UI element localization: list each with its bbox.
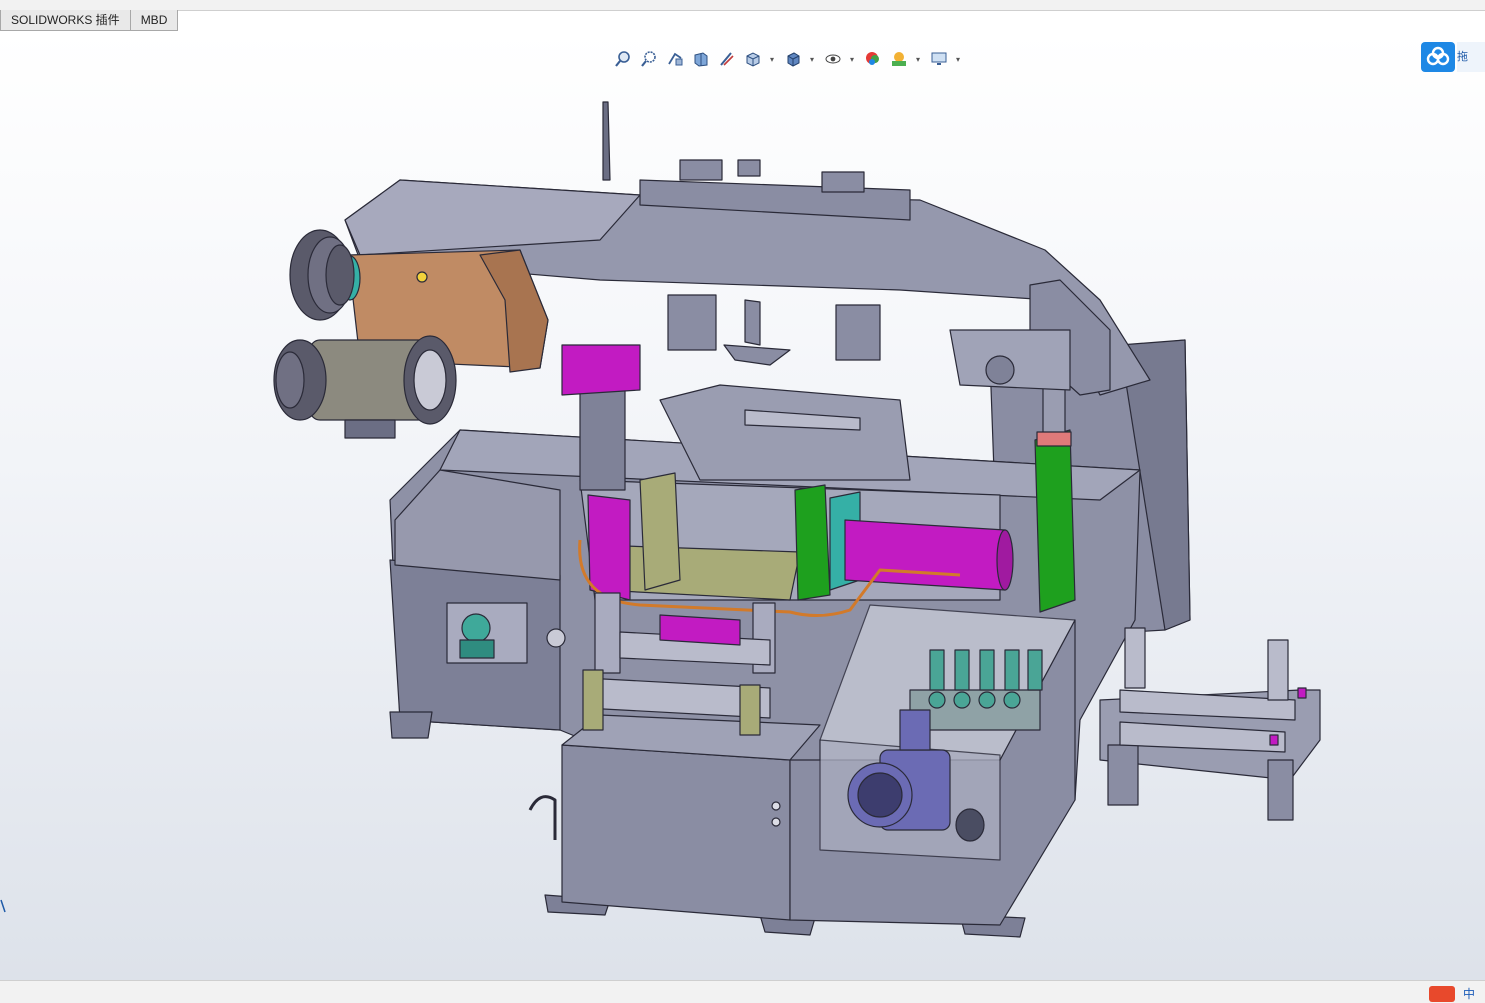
vise-green-jaw [794,484,831,601]
clamp-cylinder [844,519,1014,591]
sogou-ime-icon [1428,985,1455,1002]
lifting-hook [528,795,557,840]
triad-icon [0,896,6,916]
outfeed-roller-table [1099,627,1321,821]
tab-solidworks-addins[interactable]: SOLIDWORKS 插件 [0,10,131,31]
graphics-area[interactable]: ▾ ▾ ▾ ▾ ▾ 拖 [0,32,1485,980]
front-cabinet-left [561,744,791,921]
fixed-jaw-left [587,494,631,601]
ime-indicator[interactable]: 中 [1428,985,1475,1002]
command-manager-tabs: SOLIDWORKS 插件 MBD [0,10,179,32]
green-guide-post [1034,429,1076,613]
status-bar: 中 [0,980,1485,1003]
tab-mbd[interactable]: MBD [129,10,179,31]
title-bar-strip [0,0,1485,11]
ime-language-label: 中 [1462,987,1475,1001]
drive-motor [273,335,457,439]
drive-pulley-upper [289,229,355,321]
band-saw-3d-model[interactable] [0,32,1485,980]
